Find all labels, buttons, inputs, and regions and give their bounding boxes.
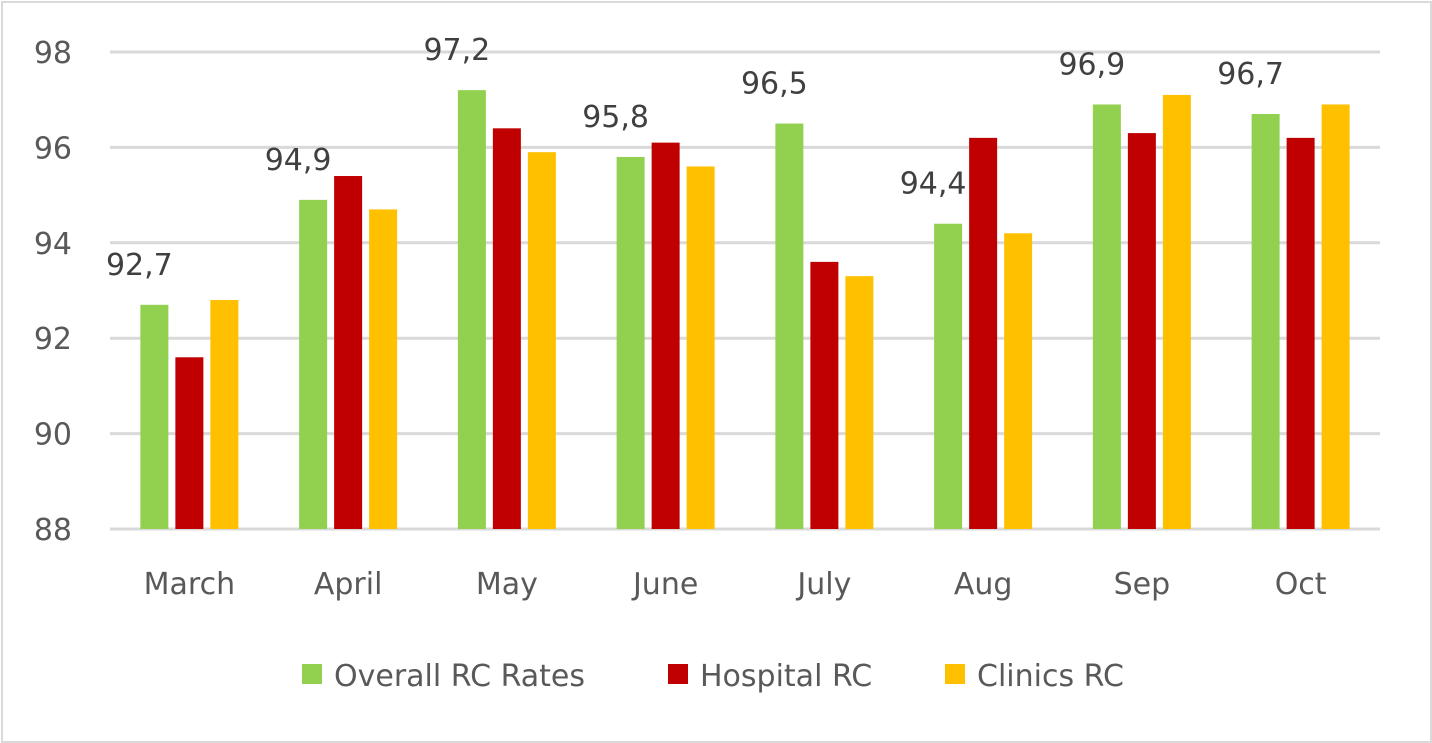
data-label: 97,2 <box>423 33 490 68</box>
bar-clinics-rc <box>845 276 874 529</box>
data-label: 94,4 <box>900 167 967 202</box>
x-tick-label: July <box>795 567 851 602</box>
bar-clinics-rc <box>686 166 715 530</box>
bar-hospital-rc <box>810 261 839 529</box>
legend-swatch <box>302 664 322 684</box>
bar-clinics-rc <box>1004 233 1033 529</box>
bar-hospital-rc <box>1127 133 1156 529</box>
bar-clinics-rc <box>1321 104 1350 529</box>
x-tick-label: April <box>314 567 383 602</box>
data-label: 96,5 <box>741 67 808 102</box>
x-tick-label: Oct <box>1275 567 1327 602</box>
bar-overall-rc-rates <box>140 304 169 529</box>
y-tick-label: 88 <box>34 513 72 548</box>
bar-overall-rc-rates <box>775 123 804 530</box>
bar-hospital-rc <box>969 137 998 530</box>
bar-hospital-rc <box>1286 137 1315 530</box>
bar-clinics-rc <box>210 300 239 529</box>
data-label: 96,7 <box>1217 57 1284 92</box>
x-tick-label: May <box>476 567 538 602</box>
bar-hospital-rc <box>175 357 204 529</box>
data-label: 95,8 <box>582 100 649 135</box>
bar-hospital-rc <box>492 128 521 529</box>
y-tick-label: 94 <box>34 227 72 262</box>
x-tick-label: March <box>144 567 235 602</box>
bar-hospital-rc <box>651 142 680 529</box>
legend-swatch <box>945 664 965 684</box>
bar-clinics-rc <box>1162 94 1191 530</box>
bar-overall-rc-rates <box>1251 114 1280 529</box>
bar-clinics-rc <box>369 209 398 529</box>
y-axis: 88 90 92 94 96 98 <box>34 36 72 548</box>
x-tick-label: June <box>631 567 698 602</box>
bar-overall-rc-rates <box>616 156 645 529</box>
legend-swatch <box>668 664 688 684</box>
bar-overall-rc-rates <box>299 199 328 529</box>
legend-label: Hospital RC <box>700 659 872 694</box>
legend-label: Clinics RC <box>977 659 1124 694</box>
y-tick-label: 90 <box>34 418 72 453</box>
legend: Overall RC Rates Hospital RC Clinics RC <box>302 659 1124 694</box>
x-tick-label: Sep <box>1114 567 1171 602</box>
bar-overall-rc-rates <box>934 223 963 529</box>
y-tick-label: 98 <box>34 36 72 71</box>
data-label: 92,7 <box>106 248 173 283</box>
bar-hospital-rc <box>334 176 363 529</box>
y-tick-label: 96 <box>34 131 72 166</box>
legend-label: Overall RC Rates <box>334 659 585 694</box>
data-label: 96,9 <box>1058 47 1125 82</box>
bar-clinics-rc <box>527 152 556 530</box>
x-axis: March April May June July Aug Sep Oct <box>144 567 1327 602</box>
data-label: 94,9 <box>265 143 332 178</box>
y-tick-label: 92 <box>34 322 72 357</box>
bar-overall-rc-rates <box>457 90 486 529</box>
x-tick-label: Aug <box>954 567 1013 602</box>
bar-chart: 88 90 92 94 96 98 92,7 94,9 97,2 95,8 96,5 94,4 96,… <box>34 33 1380 694</box>
bar-overall-rc-rates <box>1092 104 1121 529</box>
